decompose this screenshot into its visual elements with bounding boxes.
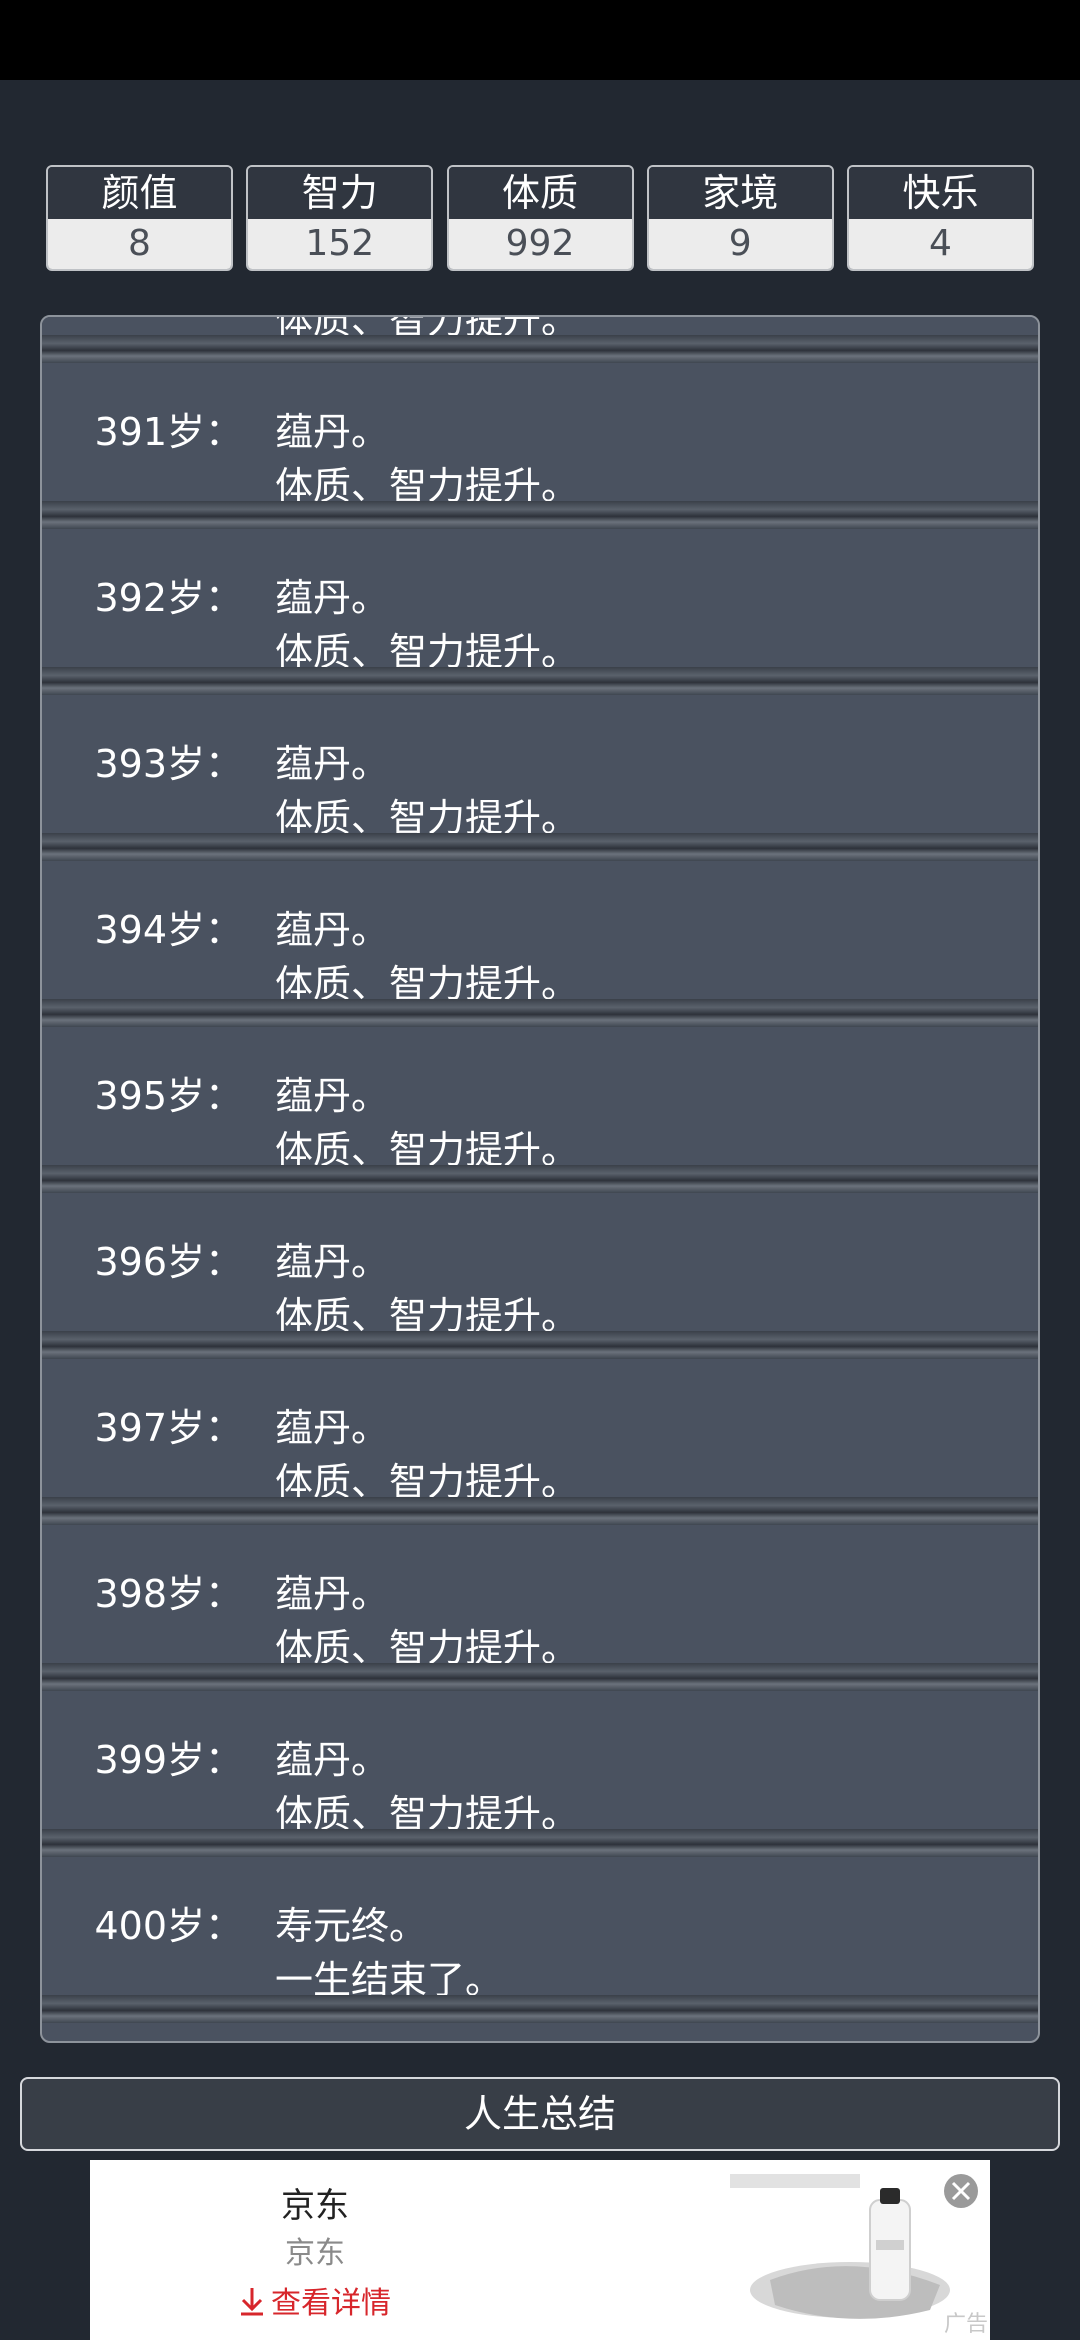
divider — [42, 833, 1038, 861]
log-entry: 391岁： 蕴丹。 体质、智力提升。 — [42, 363, 1038, 529]
divider — [42, 1497, 1038, 1525]
stat-card-family: 家境 9 — [646, 165, 834, 271]
stat-value: 8 — [48, 219, 231, 269]
divider — [42, 1995, 1038, 2023]
life-log-list: 体质、智力提升。 391岁： 蕴丹。 体质、智力提升。 392岁： 蕴丹。 体质… — [42, 317, 1038, 2023]
stat-card-happiness: 快乐 4 — [847, 165, 1034, 271]
log-entry-age: 391岁： — [94, 410, 243, 454]
ad-title: 京东 — [281, 2186, 349, 2226]
log-entry: 396岁： 蕴丹。 体质、智力提升。 — [42, 1193, 1038, 1359]
log-entry-age: 398岁： — [94, 1572, 243, 1616]
log-entry-event: 蕴丹。 — [275, 1240, 390, 1284]
log-entry-final: 400岁： 寿元终。 一生结束了。 — [42, 1857, 1038, 2023]
log-entry-age: 395岁： — [94, 1074, 243, 1118]
log-entry-event: 蕴丹。 — [275, 410, 390, 454]
stat-label: 颜值 — [48, 167, 231, 219]
ad-cta-label: 查看详情 — [271, 2286, 391, 2321]
log-entry-event: 蕴丹。 — [275, 1572, 390, 1616]
log-entry: 399岁： 蕴丹。 体质、智力提升。 — [42, 1691, 1038, 1857]
stat-label: 快乐 — [849, 167, 1032, 219]
log-entry-age: 396岁： — [94, 1240, 243, 1284]
log-entry-event: 蕴丹。 — [275, 742, 390, 786]
log-entry-age: 394岁： — [94, 908, 243, 952]
log-entry-age: 400岁： — [94, 1904, 243, 1948]
log-entry-event: 寿元终。 — [275, 1904, 428, 1948]
log-entry: 395岁： 蕴丹。 体质、智力提升。 — [42, 1027, 1038, 1193]
life-log-panel[interactable]: 体质、智力提升。 391岁： 蕴丹。 体质、智力提升。 392岁： 蕴丹。 体质… — [40, 315, 1040, 2043]
ad-view-details-link[interactable]: 查看详情 — [90, 2278, 540, 2324]
stats-row: 颜值 8 智力 152 体质 992 家境 9 快乐 4 — [46, 165, 1034, 271]
log-entry-event: 蕴丹。 — [275, 1074, 390, 1118]
stat-card-intelligence: 智力 152 — [246, 165, 434, 271]
divider — [42, 501, 1038, 529]
divider — [42, 667, 1038, 695]
log-entry-age: 392岁： — [94, 576, 243, 620]
ad-subtitle: 京东 — [285, 2236, 345, 2271]
status-bar — [0, 0, 1080, 80]
log-entry-event: 蕴丹。 — [275, 908, 390, 952]
log-entry-event: 蕴丹。 — [275, 576, 390, 620]
stat-label: 体质 — [448, 167, 632, 219]
ad-tag: 广告 — [943, 2312, 988, 2337]
divider — [42, 999, 1038, 1027]
download-icon — [239, 2286, 265, 2324]
stat-label: 智力 — [248, 167, 432, 219]
stat-card-constitution: 体质 992 — [446, 165, 634, 271]
log-entry: 397岁： 蕴丹。 体质、智力提升。 — [42, 1359, 1038, 1525]
divider — [42, 1165, 1038, 1193]
stat-value: 4 — [849, 219, 1032, 269]
stat-value: 152 — [248, 219, 432, 269]
stat-card-appearance: 颜值 8 — [46, 165, 233, 271]
log-entry-age: 393岁： — [94, 742, 243, 786]
divider — [42, 1663, 1038, 1691]
log-entry-age: 397岁： — [94, 1406, 243, 1450]
log-entry: 398岁： 蕴丹。 体质、智力提升。 — [42, 1525, 1038, 1691]
ad-banner[interactable]: 京东 京东 查看详情 广告 — [90, 2160, 990, 2340]
log-entry: 394岁： 蕴丹。 体质、智力提升。 — [42, 861, 1038, 1027]
divider — [42, 335, 1038, 363]
log-entry-age: 399岁： — [94, 1738, 243, 1782]
log-entry: 393岁： 蕴丹。 体质、智力提升。 — [42, 695, 1038, 861]
log-entry-partial: 体质、智力提升。 — [42, 317, 1038, 363]
stat-label: 家境 — [648, 167, 832, 219]
stat-value: 992 — [448, 219, 632, 269]
divider — [42, 1331, 1038, 1359]
log-entry-event: 蕴丹。 — [275, 1738, 390, 1782]
close-icon[interactable] — [942, 2172, 980, 2210]
stat-value: 9 — [648, 219, 832, 269]
divider — [42, 1829, 1038, 1857]
log-entry: 392岁： 蕴丹。 体质、智力提升。 — [42, 529, 1038, 695]
life-summary-button[interactable]: 人生总结 — [20, 2077, 1060, 2151]
log-entry-event: 蕴丹。 — [275, 1406, 390, 1450]
